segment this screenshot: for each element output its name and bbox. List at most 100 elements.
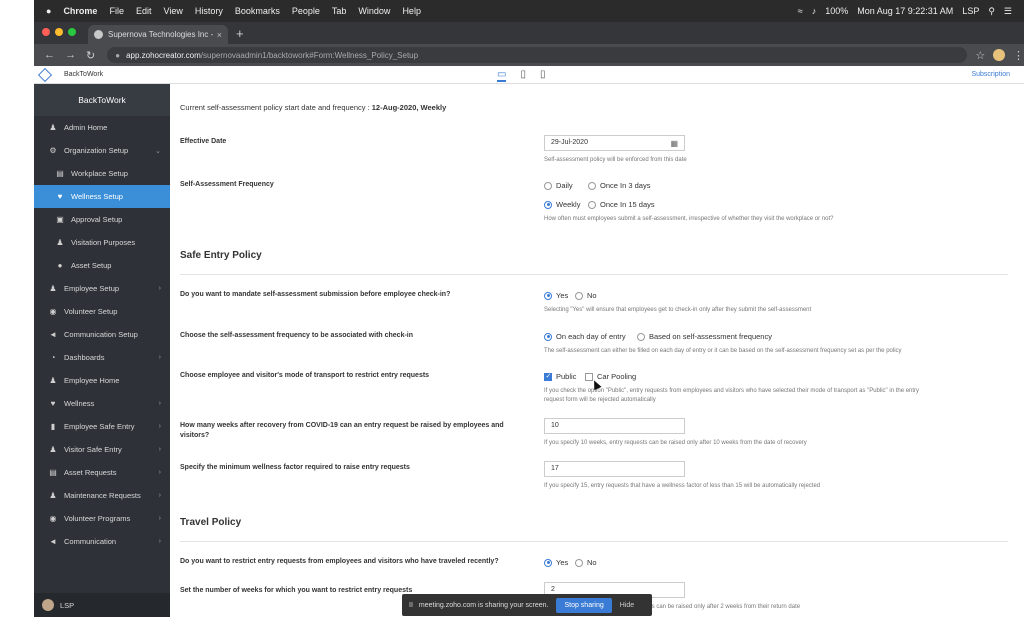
sidebar-item-visitor-safe-entry[interactable]: ♟ Visitor Safe Entry › [34,438,170,461]
radio-selected-icon [544,291,552,300]
effective-date-value: 29-Jul-2020 [551,139,588,146]
sidebar-item-employee-setup[interactable]: ♟ Employee Setup › [34,277,170,300]
radio-label: Yes [556,558,569,567]
zoom-window-icon[interactable] [68,28,76,36]
menu-chrome[interactable]: Chrome [63,6,97,16]
sidebar-item-communication[interactable]: ◄ Communication › [34,530,170,553]
control-center-icon[interactable]: ☰ [1004,6,1012,17]
sidebar-item-volunteer-setup[interactable]: ◉ Volunteer Setup [34,300,170,323]
menu-people[interactable]: People [292,6,320,16]
menu-tab[interactable]: Tab [332,6,347,16]
sidebar-item-employee-safe-entry[interactable]: ▮ Employee Safe Entry › [34,415,170,438]
freq-radio-daily[interactable]: Daily [544,181,573,190]
recovery-weeks-field[interactable]: 10 [544,418,685,434]
sidebar-item-wellness[interactable]: ♥ Wellness › [34,392,170,415]
radio-label: Based on self-assessment frequency [649,332,772,341]
user-name[interactable]: LSP [962,6,979,16]
checkin-radio-each-day[interactable]: On each day of entry [544,332,626,341]
radio-icon [588,200,596,209]
checkbox-icon [585,372,593,381]
wellness-policy-form: Current self-assessment policy start dat… [170,84,1024,617]
hide-button[interactable]: Hide [620,602,634,609]
calendar-icon[interactable]: ▦ [670,137,678,151]
tablet-icon[interactable]: ▯ [520,69,526,82]
menu-edit[interactable]: Edit [136,6,152,16]
close-window-icon[interactable] [42,28,50,36]
sidebar-item-maintenance-requests[interactable]: ♟ Maintenance Requests › [34,484,170,507]
menu-file[interactable]: File [109,6,124,16]
phone-icon[interactable]: ▯ [540,69,546,82]
device-preview-switcher: ▭ ▯ ▯ [497,69,559,82]
back-icon[interactable]: ← [44,49,55,61]
sidebar-item-workplace-setup[interactable]: ▤ Workplace Setup [34,162,170,185]
sidebar-item-visitation-purposes[interactable]: ♟ Visitation Purposes [34,231,170,254]
menu-history[interactable]: History [195,6,223,16]
sidebar-item-employee-home[interactable]: ♟ Employee Home [34,369,170,392]
effective-date-field[interactable]: 29-Jul-2020 ▦ [544,135,685,151]
chevron-down-icon: ⌄ [155,147,161,155]
recovery-help: If you specify 10 weeks, entry requests … [544,440,807,446]
travel-radio-no[interactable]: No [575,558,597,567]
sidebar-item-wellness-setup[interactable]: ♥ Wellness Setup [34,185,170,208]
checkbox-label: Car Pooling [597,372,637,381]
subscription-link[interactable]: Subscription [971,71,1010,78]
minimize-window-icon[interactable] [55,28,63,36]
sidebar-item-communication-setup[interactable]: ◄ Communication Setup [34,323,170,346]
spotlight-icon[interactable]: ⚲ [988,6,995,17]
checkin-radio-frequency[interactable]: Based on self-assessment frequency [637,332,772,341]
sidebar-item-approval-setup[interactable]: ▣ Approval Setup [34,208,170,231]
new-tab-button[interactable]: + [236,26,244,41]
clipboard-icon: ▣ [56,215,64,224]
chrome-menu-icon[interactable]: ⋮ [1013,49,1024,62]
battery-level[interactable]: 100% [825,6,848,16]
chevron-right-icon: › [158,538,161,545]
browser-tab[interactable]: Supernova Technologies Inc - × [88,25,228,44]
radio-icon [575,291,583,300]
radio-label: Daily [556,181,573,190]
chevron-right-icon: › [158,469,161,476]
address-bar[interactable]: ● app.zohocreator.com/supernovaadmin1/ba… [107,47,968,63]
mandate-radio-no[interactable]: No [575,291,597,300]
lock-icon: ● [57,261,63,270]
sidebar-user[interactable]: LSP [34,593,170,617]
radio-label: On each day of entry [556,332,626,341]
tab-title: Supernova Technologies Inc - [108,30,214,39]
volume-icon[interactable]: ♪ [812,6,817,16]
transport-checkbox-public[interactable]: Public [544,372,576,381]
sidebar-item-asset-setup[interactable]: ● Asset Setup [34,254,170,277]
desktop-icon[interactable]: ▭ [497,69,507,82]
sidebar-item-volunteer-programs[interactable]: ◉ Volunteer Programs › [34,507,170,530]
forward-icon[interactable]: → [65,49,76,61]
stop-sharing-button[interactable]: Stop sharing [556,597,612,613]
menu-bookmarks[interactable]: Bookmarks [235,6,280,16]
avatar [42,599,54,611]
clock[interactable]: Mon Aug 17 9:22:31 AM [857,6,953,16]
sidebar-item-dashboards[interactable]: ◔ Dashboards › [34,346,170,369]
wellness-factor-field[interactable]: 17 [544,461,685,477]
sidebar-item-admin-home[interactable]: ♟ Admin Home [34,116,170,139]
apple-icon[interactable]: ● [46,6,51,16]
mandate-radio-yes[interactable]: Yes [544,291,568,300]
close-tab-icon[interactable]: × [217,30,222,40]
profile-avatar[interactable] [993,49,1005,61]
menu-view[interactable]: View [163,6,182,16]
building-icon: ▤ [56,169,64,178]
radio-label: Once In 3 days [600,181,651,190]
travel-radio-yes[interactable]: Yes [544,558,568,567]
freq-radio-15-days[interactable]: Once In 15 days [588,200,655,209]
menu-window[interactable]: Window [358,6,390,16]
pause-icon[interactable]: II [409,602,413,609]
freq-radio-3-days[interactable]: Once In 3 days [588,181,650,190]
radio-label: No [587,291,597,300]
sidebar-item-asset-requests[interactable]: ▤ Asset Requests › [34,461,170,484]
wifi-icon[interactable]: ≈ [798,6,803,16]
volunteer-icon: ◉ [49,514,57,523]
reload-icon[interactable]: ↻ [86,49,95,62]
menu-help[interactable]: Help [402,6,421,16]
freq-radio-weekly[interactable]: Weekly [544,200,580,209]
mandate-help: Selecting "Yes" will ensure that employe… [544,307,812,313]
bookmark-star-icon[interactable]: ☆ [975,49,985,62]
lock-icon: ● [115,50,121,60]
sidebar-item-label: Maintenance Requests [64,491,141,500]
sidebar-item-organization-setup[interactable]: ⚙ Organization Setup ⌄ [34,139,170,162]
